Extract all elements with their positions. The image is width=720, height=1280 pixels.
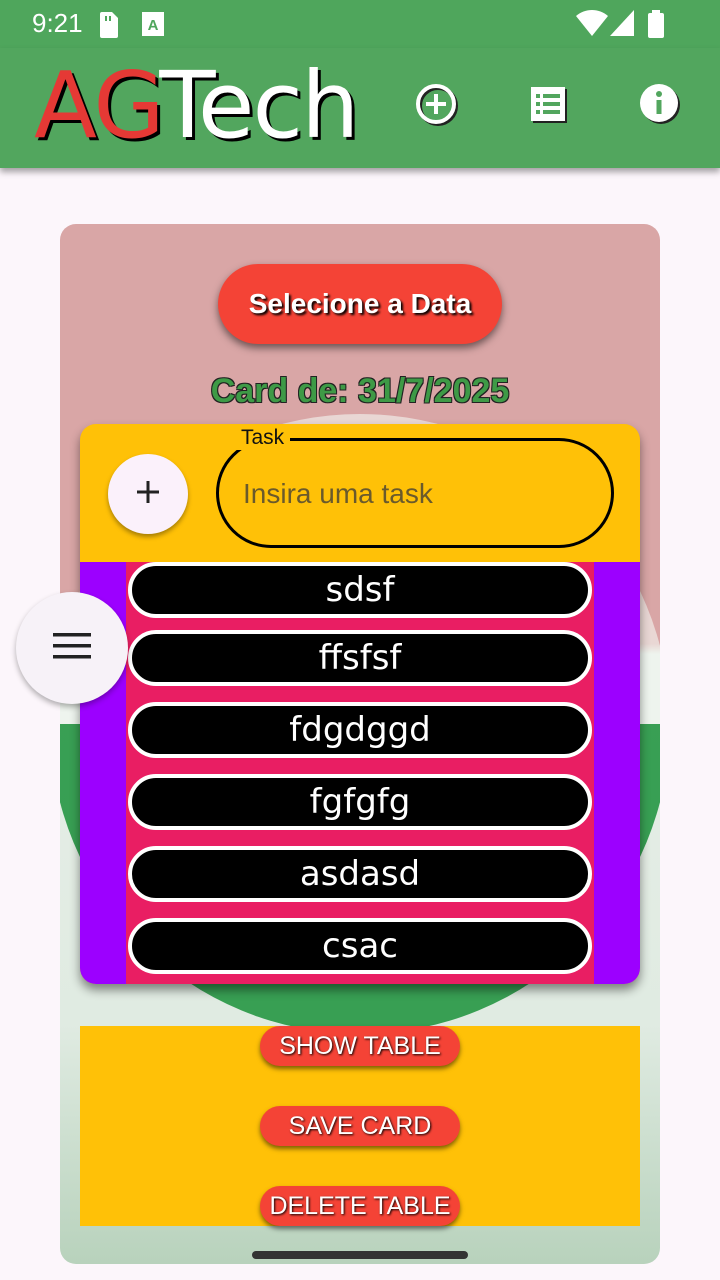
svg-text:A: A (148, 17, 159, 34)
action-panel: SHOW TABLE SAVE CARD DELETE TABLE (80, 1026, 640, 1226)
task-item[interactable]: fdgdggd (128, 702, 592, 758)
delete-table-button[interactable]: DELETE TABLE (260, 1186, 460, 1226)
task-item[interactable]: csac (128, 918, 592, 974)
status-bar: 9:21 A (0, 0, 720, 48)
logo-tech: Tech (159, 52, 359, 159)
wifi-icon (576, 10, 608, 41)
list-icon (528, 84, 568, 129)
task-item[interactable]: ffsfsf (128, 630, 592, 686)
task-input[interactable] (241, 473, 585, 515)
logo-ag: AG (34, 52, 161, 159)
list-button[interactable] (524, 82, 572, 130)
task-item[interactable]: sdsf (128, 562, 592, 618)
add-card-button[interactable] (412, 82, 460, 130)
task-list[interactable]: sdsf ffsfsf fdgdggd fgfgfg asdasd csac (80, 562, 640, 984)
show-table-button[interactable]: SHOW TABLE (260, 1026, 460, 1066)
save-card-button[interactable]: SAVE CARD (260, 1106, 460, 1146)
cell-signal-icon (610, 10, 634, 41)
text-notification-icon: A (142, 12, 164, 41)
task-field-label: Task (235, 426, 291, 450)
task-item[interactable]: asdasd (128, 846, 592, 902)
app-bar: AGTech (0, 48, 720, 168)
add-circle-icon (414, 82, 458, 131)
battery-icon (648, 10, 664, 43)
info-button[interactable] (636, 82, 684, 130)
menu-icon (53, 632, 91, 664)
status-time: 9:21 (32, 8, 83, 38)
task-panel: Task sdsf ffsfsf fdgdggd fgfgfg asdasd c… (80, 424, 640, 984)
app-logo: AGTech (34, 56, 359, 156)
task-list-inner: sdsf ffsfsf fdgdggd fgfgfg asdasd csac (126, 562, 594, 984)
task-item[interactable]: fgfgfg (128, 774, 592, 830)
add-task-button[interactable] (108, 454, 188, 534)
task-card: Selecione a Data Card de: 31/7/2025 Task… (60, 224, 660, 1264)
plus-icon (134, 478, 162, 511)
task-field[interactable]: Task (216, 426, 614, 548)
select-date-button[interactable]: Selecione a Data (218, 264, 502, 344)
menu-button[interactable] (16, 592, 128, 704)
card-date-label: Card de: 31/7/2025 (210, 372, 510, 410)
home-indicator[interactable] (252, 1251, 468, 1259)
info-icon (638, 82, 682, 131)
sim-card-icon (98, 12, 120, 43)
